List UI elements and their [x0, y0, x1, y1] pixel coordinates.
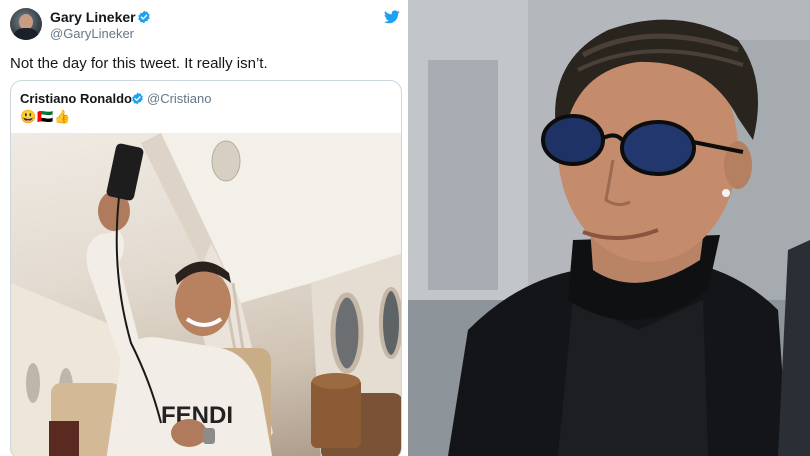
quoted-handle[interactable]: @Cristiano — [147, 91, 212, 106]
quoted-text: 😃🇦🇪👍 — [20, 109, 72, 124]
quoted-photo[interactable]: FENDI — [11, 133, 401, 456]
portrait-photo — [408, 0, 810, 456]
tweet-card: Gary Lineker @GaryLineker Not the day fo… — [0, 0, 408, 456]
tweet-text: Not the day for this tweet. It really is… — [10, 55, 268, 72]
twitter-bird-icon[interactable] — [384, 10, 400, 24]
jet-cabin-selfie-image: FENDI — [11, 133, 401, 456]
quoted-display-name[interactable]: Cristiano Ronaldo — [20, 91, 132, 106]
author-display-name[interactable]: Gary Lineker — [50, 9, 136, 25]
avatar[interactable] — [10, 8, 42, 40]
verified-badge-icon — [132, 92, 143, 105]
author-handle[interactable]: @GaryLineker — [50, 26, 134, 41]
man-in-sunglasses-image — [408, 0, 810, 456]
verified-badge-icon — [138, 10, 150, 24]
quoted-tweet[interactable]: Cristiano Ronaldo @Cristiano 😃🇦🇪👍 FENDI — [10, 80, 402, 456]
